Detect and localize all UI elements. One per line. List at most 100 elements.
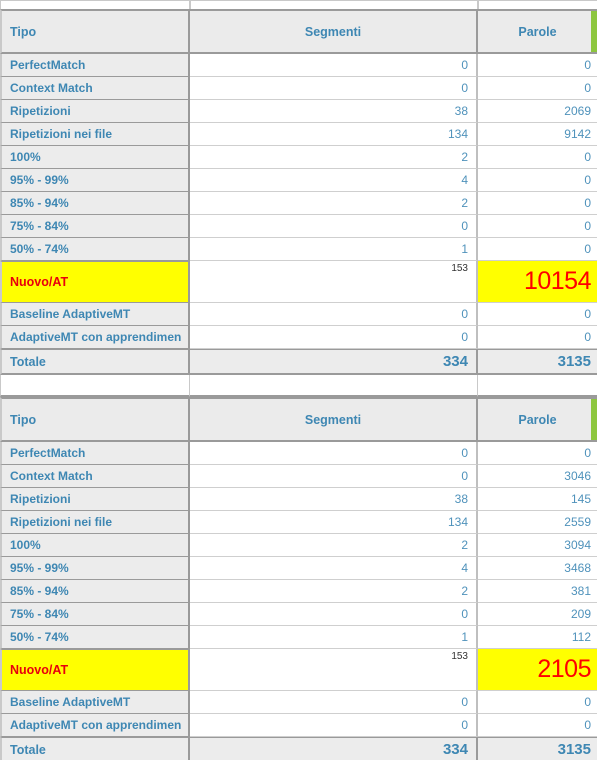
cell-words: 3046 [478,465,597,488]
cell-type: Ripetizioni nei file [0,123,190,146]
table-row[interactable]: Ripetizioni nei file 134 9142 [0,123,597,146]
table-row[interactable]: 75% - 84% 0 209 [0,603,597,626]
cell-type: Ripetizioni nei file [0,511,190,534]
cell-type: Ripetizioni [0,488,190,511]
cell-segments: 153 [190,261,478,303]
separator-cell-words [478,375,597,397]
cell-segments: 134 [190,123,478,146]
column-header-type[interactable]: Tipo [0,9,190,54]
cell-segments: 0 [190,326,478,349]
cell-segments: 0 [190,54,478,77]
cell-type: 85% - 94% [0,192,190,215]
table-row[interactable]: Ripetizioni nei file 134 2559 [0,511,597,534]
analysis-table-1: Tipo Segmenti Parole PerfectMatch 0 0 Context … [0,9,597,397]
cell-type: 95% - 99% [0,169,190,192]
green-accent-strip [591,11,597,52]
table-row[interactable]: 75% - 84% 0 0 [0,215,597,238]
cell-segments: 0 [190,215,478,238]
cell-type: PerfectMatch [0,442,190,465]
cell-words: 0 [478,215,597,238]
cell-words: 112 [478,626,597,649]
cell-words: 0 [478,238,597,261]
cell-segments: 38 [190,488,478,511]
table-row[interactable]: Baseline AdaptiveMT 0 0 [0,691,597,714]
column-header-segments[interactable]: Segmenti [190,9,478,54]
cell-segments: 4 [190,169,478,192]
cell-segments: 1 [190,238,478,261]
cell-segments: 0 [190,714,478,737]
table-row[interactable]: AdaptiveMT con apprendimen 0 0 [0,326,597,349]
column-header-type[interactable]: Tipo [0,397,190,442]
cell-words: 0 [478,192,597,215]
table-row[interactable]: Context Match 0 3046 [0,465,597,488]
table-row[interactable]: Ripetizioni 38 2069 [0,100,597,123]
cell-type: 100% [0,146,190,169]
table-row-highlighted[interactable]: Nuovo/AT 153 10154 [0,261,597,303]
cell-words: 3468 [478,557,597,580]
spreadsheet-canvas: Tipo Segmenti Parole PerfectMatch 0 0 Context … [0,0,597,760]
column-header-words[interactable]: Parole [478,397,597,442]
cell-words: 0 [478,714,597,737]
cell-words: 209 [478,603,597,626]
table-row[interactable]: 50% - 74% 1 0 [0,238,597,261]
cell-type: 75% - 84% [0,603,190,626]
analysis-table-2: Tipo Segmenti Parole PerfectMatch 0 0 Context … [0,397,597,760]
cell-segments: 2 [190,146,478,169]
cell-segments: 0 [190,465,478,488]
cell-type: AdaptiveMT con apprendimen [0,326,190,349]
cell-type: PerfectMatch [0,54,190,77]
table-row[interactable]: Context Match 0 0 [0,77,597,100]
cell-type: Context Match [0,465,190,488]
cell-type: 95% - 99% [0,557,190,580]
table-row[interactable]: 85% - 94% 2 0 [0,192,597,215]
cell-segments: 134 [190,511,478,534]
table-row[interactable]: PerfectMatch 0 0 [0,442,597,465]
table-row[interactable]: PerfectMatch 0 0 [0,54,597,77]
cell-words: 0 [478,326,597,349]
column-header-segments[interactable]: Segmenti [190,397,478,442]
cell-words: 3094 [478,534,597,557]
table-row[interactable]: 95% - 99% 4 3468 [0,557,597,580]
cell-type: Baseline AdaptiveMT [0,303,190,326]
cell-words: 0 [478,169,597,192]
cell-type: AdaptiveMT con apprendimen [0,714,190,737]
table-row-highlighted[interactable]: Nuovo/AT 153 2105 [0,649,597,691]
table-row[interactable]: 100% 2 3094 [0,534,597,557]
cell-words: 0 [478,303,597,326]
separator-cell-segments [190,375,478,397]
table-separator-row [0,375,597,397]
sliver-cell-segments [190,0,478,9]
total-label: Totale [0,737,190,760]
separator-cell-type [0,375,190,397]
table-row[interactable]: Baseline AdaptiveMT 0 0 [0,303,597,326]
cell-type: 85% - 94% [0,580,190,603]
sliver-cell-type [0,0,190,9]
cell-type: 75% - 84% [0,215,190,238]
cell-words: 0 [478,77,597,100]
table-row[interactable]: AdaptiveMT con apprendimen 0 0 [0,714,597,737]
sliver-cell-words [478,0,597,9]
cell-words: 9142 [478,123,597,146]
cell-segments: 0 [190,77,478,100]
cell-segments: 2 [190,192,478,215]
total-label: Totale [0,349,190,375]
cell-segments: 0 [190,603,478,626]
total-words: 3135 [478,737,597,760]
cell-words: 0 [478,54,597,77]
table-row[interactable]: 100% 2 0 [0,146,597,169]
column-header-words[interactable]: Parole [478,9,597,54]
table-row[interactable]: 95% - 99% 4 0 [0,169,597,192]
total-segments: 334 [190,737,478,760]
cell-type: Baseline AdaptiveMT [0,691,190,714]
table-row[interactable]: Ripetizioni 38 145 [0,488,597,511]
cell-type: 100% [0,534,190,557]
cell-segments: 4 [190,557,478,580]
table-row[interactable]: 85% - 94% 2 381 [0,580,597,603]
top-partial-row [0,0,597,9]
table-header-row: Tipo Segmenti Parole [0,9,597,54]
cell-words: 145 [478,488,597,511]
cell-segments: 1 [190,626,478,649]
cell-segments: 153 [190,649,478,691]
tables-container: Tipo Segmenti Parole PerfectMatch 0 0 Context … [0,9,597,760]
table-row[interactable]: 50% - 74% 1 112 [0,626,597,649]
